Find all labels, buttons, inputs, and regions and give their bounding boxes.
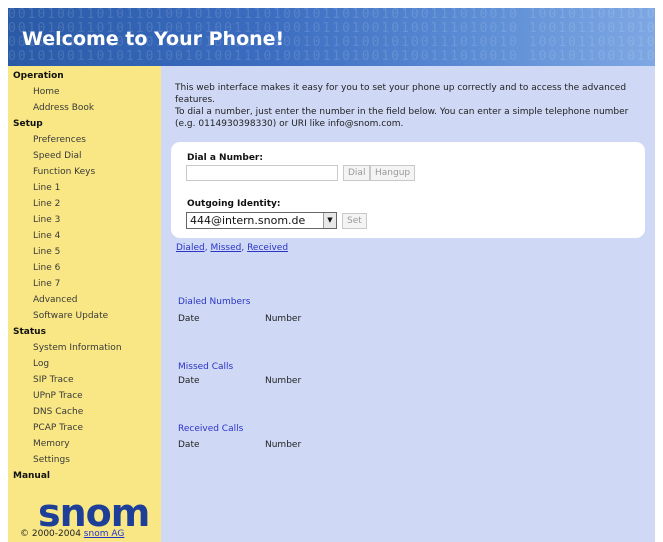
dial-button[interactable]: Dial <box>343 165 371 181</box>
sidebar-item-upnp-trace[interactable]: UPnP Trace <box>33 391 83 401</box>
intro-line-3: To dial a number, just enter the number … <box>175 107 629 117</box>
sidebar-item-line-2[interactable]: Line 2 <box>33 199 60 209</box>
received-date-header: Date <box>178 440 200 450</box>
copyright: © 2000-2004 snom AG <box>20 529 124 539</box>
missed-link[interactable]: Missed <box>210 243 241 253</box>
missed-number-header: Number <box>265 376 302 386</box>
page-header: 0010100110101101001010011101001011010010… <box>8 8 655 66</box>
received-number-header: Number <box>265 440 302 450</box>
outgoing-identity-select[interactable]: 444@intern.snom.de ▼ <box>186 212 337 229</box>
set-button[interactable]: Set <box>342 213 367 229</box>
sidebar-item-line-6[interactable]: Line 6 <box>33 263 60 273</box>
dialed-numbers-title: Dialed Numbers <box>178 297 251 307</box>
sidebar-item-line-5[interactable]: Line 5 <box>33 247 60 257</box>
sidebar: Operation Home Address Book Setup Prefer… <box>8 66 161 542</box>
hangup-button[interactable]: Hangup <box>370 165 416 181</box>
intro-line-4: (e.g. 0114930398330) or URI like info@sn… <box>175 119 404 129</box>
sidebar-item-preferences[interactable]: Preferences <box>33 135 86 145</box>
sidebar-item-settings[interactable]: Settings <box>33 455 70 465</box>
sidebar-item-line-4[interactable]: Line 4 <box>33 231 60 241</box>
sidebar-heading-operation[interactable]: Operation <box>13 71 64 81</box>
copyright-text: © 2000-2004 <box>20 529 81 539</box>
sidebar-item-line-1[interactable]: Line 1 <box>33 183 60 193</box>
sidebar-item-home[interactable]: Home <box>33 87 60 97</box>
received-calls-title: Received Calls <box>178 424 244 434</box>
dial-label: Dial a Number: <box>187 153 263 163</box>
sidebar-item-function-keys[interactable]: Function Keys <box>33 167 95 177</box>
sidebar-item-speed-dial[interactable]: Speed Dial <box>33 151 82 161</box>
dial-panel: Dial a Number: Dial Hangup Outgoing Iden… <box>171 142 645 238</box>
dialed-link[interactable]: Dialed <box>176 243 205 253</box>
intro-line-2: features. <box>175 95 216 105</box>
snom-ag-link[interactable]: snom AG <box>84 529 125 539</box>
sidebar-item-line-7[interactable]: Line 7 <box>33 279 60 289</box>
sidebar-item-log[interactable]: Log <box>33 359 49 369</box>
received-link[interactable]: Received <box>247 243 288 253</box>
sidebar-item-memory[interactable]: Memory <box>33 439 70 449</box>
sidebar-heading-manual[interactable]: Manual <box>13 471 50 481</box>
dial-number-input[interactable] <box>186 165 338 181</box>
sidebar-item-advanced[interactable]: Advanced <box>33 295 77 305</box>
outgoing-identity-label: Outgoing Identity: <box>187 199 281 209</box>
sidebar-item-pcap-trace[interactable]: PCAP Trace <box>33 423 83 433</box>
sidebar-item-line-3[interactable]: Line 3 <box>33 215 60 225</box>
sidebar-item-software-update[interactable]: Software Update <box>33 311 108 321</box>
missed-calls-title: Missed Calls <box>178 362 234 372</box>
sidebar-item-address-book[interactable]: Address Book <box>33 103 94 113</box>
outgoing-identity-value: 444@intern.snom.de <box>190 214 306 227</box>
main-content: This web interface makes it easy for you… <box>161 66 655 542</box>
sidebar-item-system-information[interactable]: System Information <box>33 343 122 353</box>
dialed-date-header: Date <box>178 314 200 324</box>
intro-line-1: This web interface makes it easy for you… <box>175 83 627 93</box>
missed-date-header: Date <box>178 376 200 386</box>
sidebar-heading-setup[interactable]: Setup <box>13 119 43 129</box>
page-title: Welcome to Your Phone! <box>22 28 285 50</box>
sidebar-item-sip-trace[interactable]: SIP Trace <box>33 375 74 385</box>
dialed-number-header: Number <box>265 314 302 324</box>
sidebar-heading-status[interactable]: Status <box>13 327 46 337</box>
call-list-links: Dialed, Missed, Received <box>176 243 289 253</box>
chevron-down-icon[interactable]: ▼ <box>323 213 336 228</box>
sidebar-item-dns-cache[interactable]: DNS Cache <box>33 407 83 417</box>
